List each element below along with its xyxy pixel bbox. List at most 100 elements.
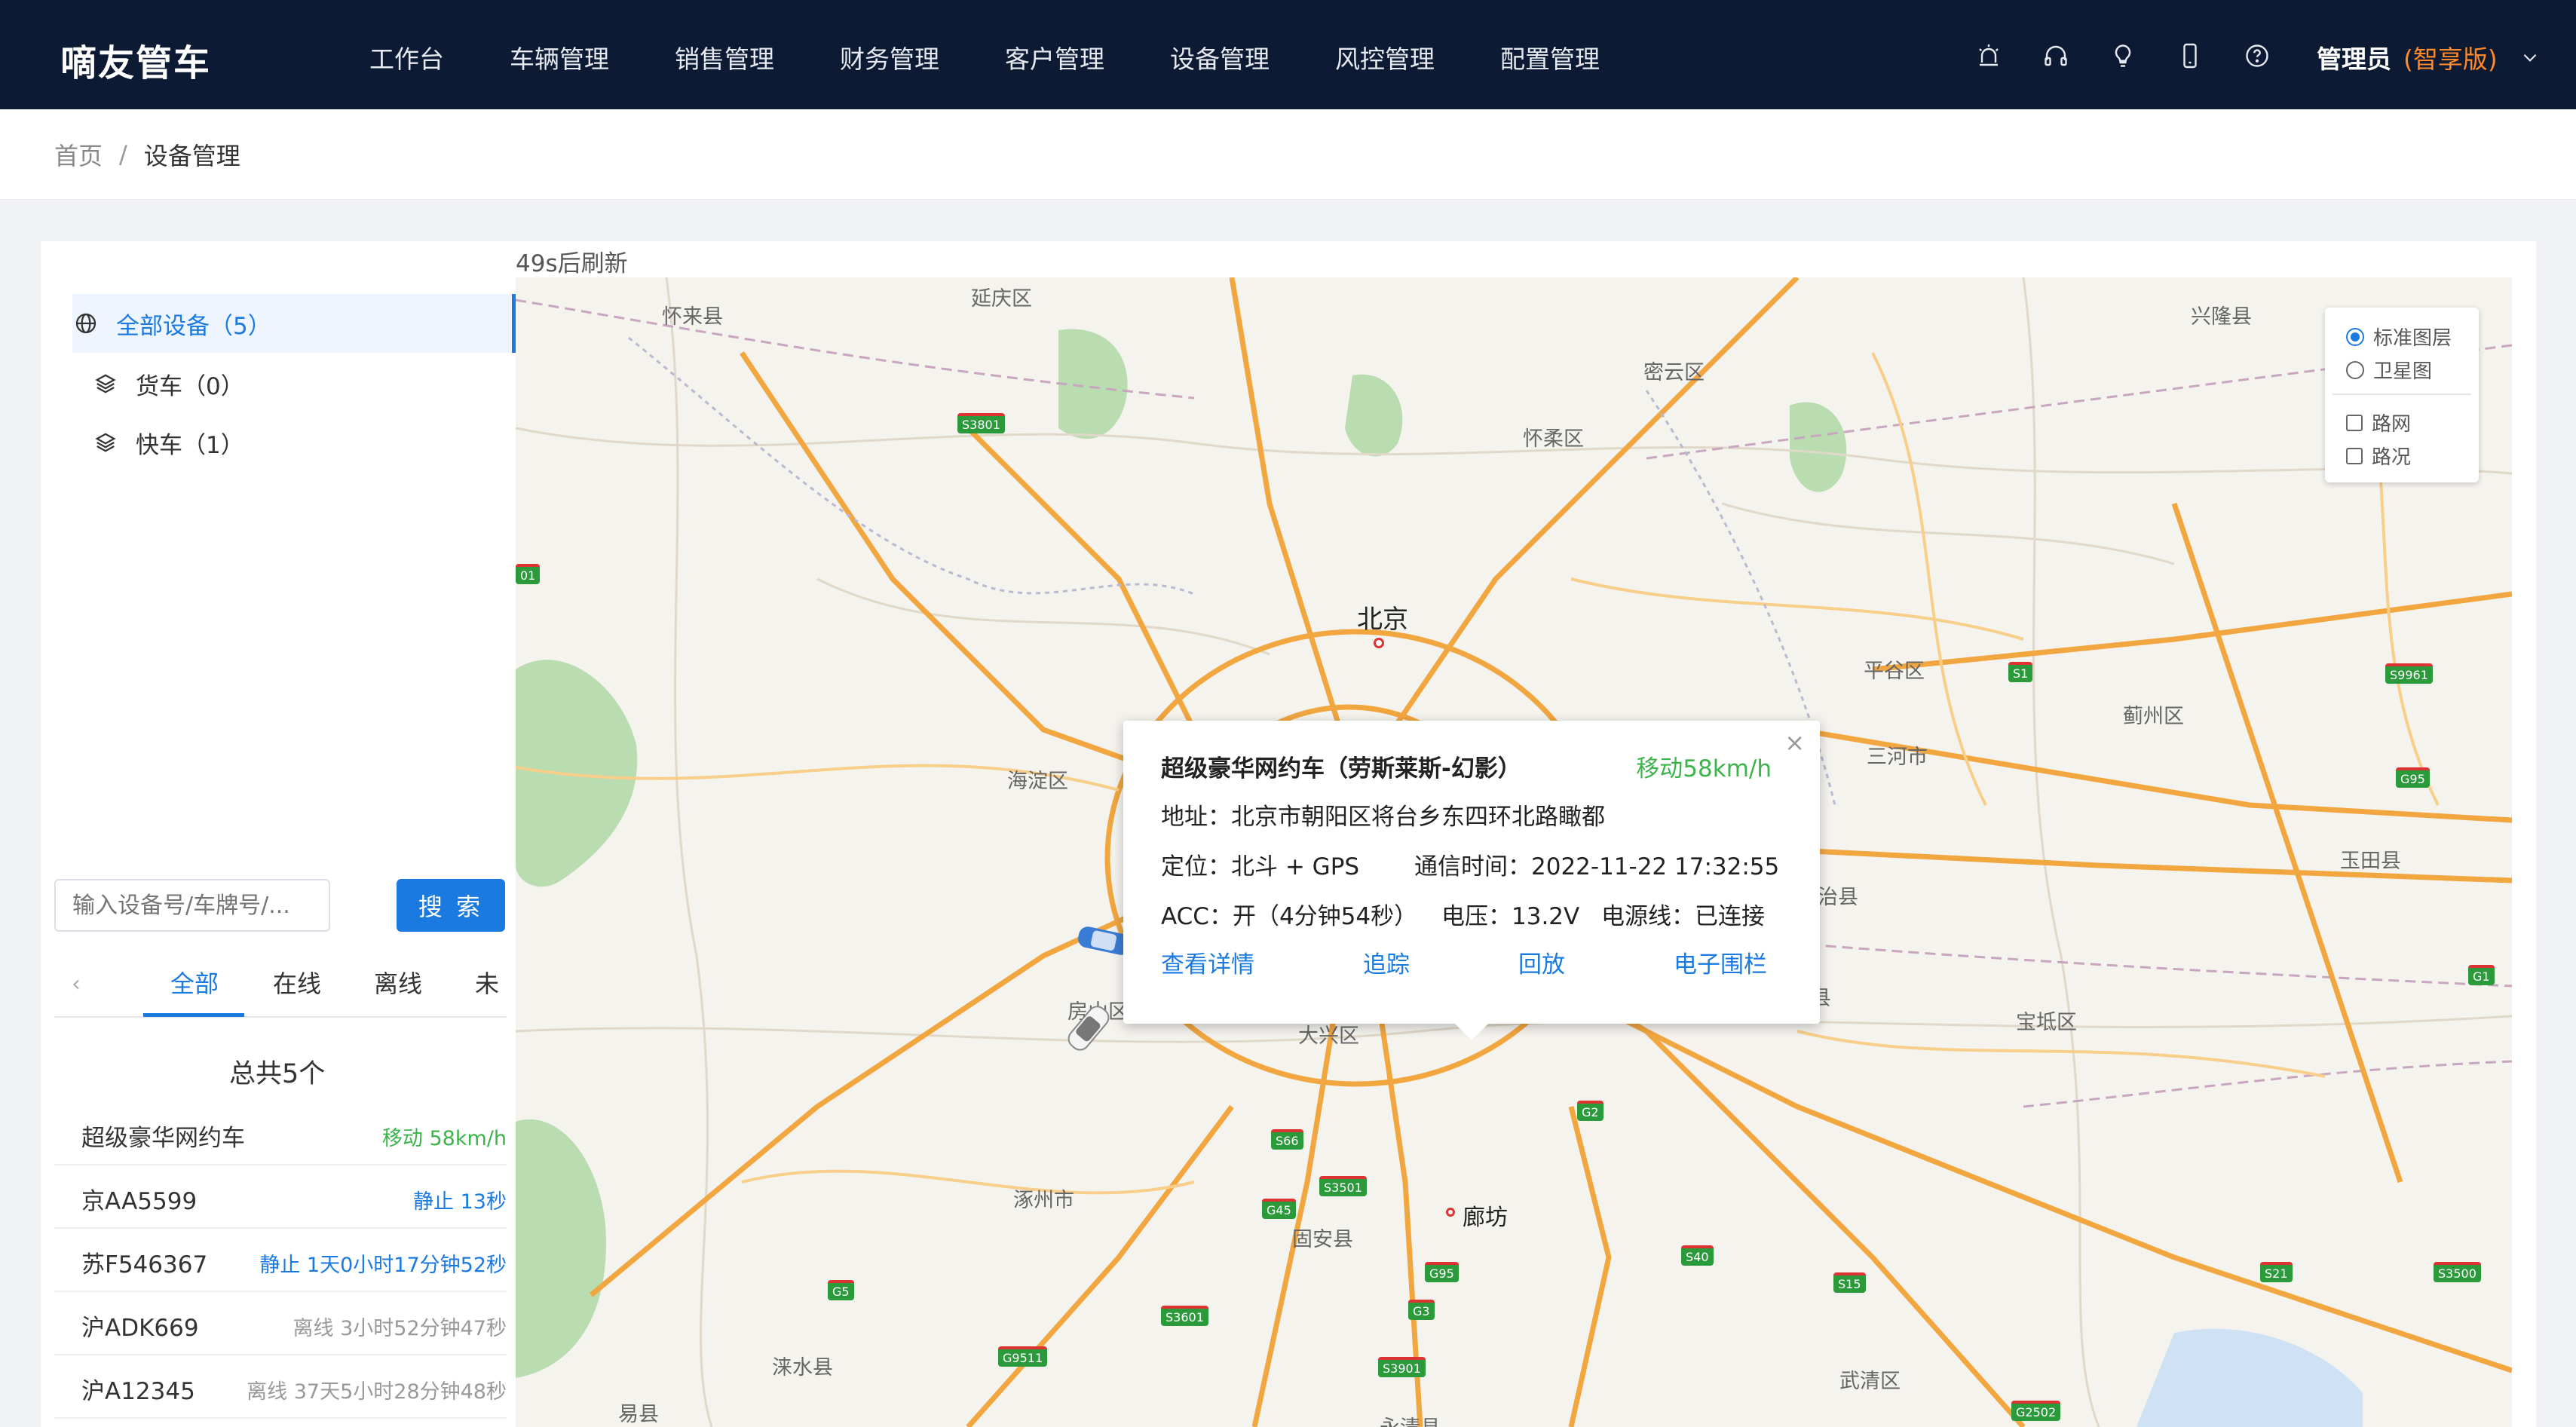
nav-vehicle[interactable]: 车辆管理 bbox=[510, 39, 609, 75]
user-menu[interactable]: 管理员 (智享版) bbox=[2317, 39, 2540, 75]
layer-label: 卫星图 bbox=[2373, 360, 2433, 383]
lightbulb-icon[interactable] bbox=[2108, 41, 2138, 71]
tab-online[interactable]: 在线 bbox=[273, 965, 321, 1000]
car-white-icon[interactable] bbox=[1060, 1000, 1117, 1057]
device-status: 移动 58km/h bbox=[381, 1127, 507, 1150]
highway-shield: G2 bbox=[1577, 1101, 1603, 1121]
device-search-input[interactable] bbox=[54, 879, 330, 932]
highway-shield: S1 bbox=[2008, 662, 2033, 682]
device-status: 静止 1天0小时17分钟52秒 bbox=[259, 1254, 507, 1277]
alarm-icon[interactable] bbox=[1974, 41, 2004, 71]
device-name: 京AA5599 bbox=[81, 1188, 198, 1215]
breadcrumb-home[interactable]: 首页 bbox=[54, 137, 103, 172]
view-detail-link[interactable]: 查看详情 bbox=[1161, 945, 1254, 979]
nav-risk[interactable]: 风控管理 bbox=[1335, 39, 1435, 75]
tree-label: 快车（1） bbox=[136, 431, 244, 459]
device-row[interactable]: 苏F546367 静止 1天0小时17分钟52秒 bbox=[54, 1229, 507, 1292]
tree-all-devices[interactable]: 全部设备（5） bbox=[72, 294, 516, 353]
help-icon[interactable] bbox=[2242, 41, 2272, 71]
breadcrumb-separator: / bbox=[119, 139, 127, 169]
highway-shield: G1 bbox=[2468, 965, 2495, 985]
tab-inactive[interactable]: 未 bbox=[475, 965, 499, 1000]
layer-satellite[interactable]: 卫星图 bbox=[2346, 356, 2432, 384]
vehicle-info-popup: 超级豪华网约车（劳斯莱斯-幻影） 移动58km/h × 地址：北京市朝阳区将台乡… bbox=[1123, 721, 1820, 1040]
radio-checked-icon bbox=[2346, 327, 2364, 346]
device-status: 静止 13秒 bbox=[413, 1190, 507, 1214]
nav-config[interactable]: 配置管理 bbox=[1500, 39, 1600, 75]
main-nav: 工作台 车辆管理 销售管理 财务管理 客户管理 设备管理 风控管理 配置管理 bbox=[369, 39, 1600, 75]
headset-icon[interactable] bbox=[2041, 41, 2071, 71]
layers-icon bbox=[92, 429, 119, 456]
device-row[interactable]: 沪A12345 离线 37天5小时28分钟48秒 bbox=[54, 1355, 507, 1419]
map-place-label: 蓟州区 bbox=[2123, 705, 2184, 728]
layer-label: 路网 bbox=[2372, 413, 2412, 436]
layer-divider bbox=[2332, 393, 2471, 395]
popup-acc: ACC：开（4分钟54秒） bbox=[1161, 903, 1418, 930]
breadcrumb: 首页 / 设备管理 bbox=[0, 109, 2576, 200]
beijing-marker-icon bbox=[1374, 638, 1384, 648]
highway-shield: G45 bbox=[1262, 1199, 1296, 1219]
tree-truck[interactable]: 货车（0） bbox=[92, 354, 244, 413]
highway-shield: S3501 bbox=[1319, 1176, 1367, 1196]
close-icon[interactable]: × bbox=[1784, 728, 1805, 757]
highway-shield: G2502 bbox=[2011, 1401, 2061, 1421]
map-place-label: 三河市 bbox=[1867, 746, 1928, 769]
tab-prev-icon[interactable]: ‹ bbox=[65, 971, 87, 1001]
popup-voltage: 电压：13.2V bbox=[1441, 903, 1580, 930]
map-place-label: 固安县 bbox=[1292, 1228, 1353, 1251]
search-button[interactable]: 搜 索 bbox=[397, 879, 505, 932]
map-place-label: 兴隆县 bbox=[2191, 305, 2252, 329]
highway-shield: G3 bbox=[1408, 1300, 1435, 1320]
chevron-down-icon bbox=[2523, 54, 2537, 62]
geofence-link[interactable]: 电子围栏 bbox=[1674, 945, 1767, 979]
device-status: 离线 3小时52分钟47秒 bbox=[293, 1317, 507, 1340]
city-langfang: 廊坊 bbox=[1463, 1205, 1508, 1231]
highway-shield: S15 bbox=[1833, 1272, 1866, 1293]
device-row[interactable]: 超级豪华网约车 移动 58km/h bbox=[54, 1102, 507, 1165]
popup-address: 地址：北京市朝阳区将台乡东四环北路瞰都 bbox=[1161, 804, 1605, 831]
tab-all[interactable]: 全部 bbox=[170, 965, 219, 1000]
layer-roadnet[interactable]: 路网 bbox=[2346, 409, 2411, 436]
highway-shield: 01 bbox=[516, 564, 541, 584]
nav-workbench[interactable]: 工作台 bbox=[369, 39, 444, 75]
layer-control: 标准图层 卫星图 路网 路况 bbox=[2325, 308, 2479, 482]
playback-link[interactable]: 回放 bbox=[1518, 945, 1565, 979]
highway-shield: G5 bbox=[828, 1280, 854, 1300]
track-link[interactable]: 追踪 bbox=[1363, 945, 1410, 979]
map-place-label: 宝坻区 bbox=[2016, 1011, 2077, 1034]
highway-shield: S40 bbox=[1681, 1245, 1714, 1266]
radio-icon bbox=[2346, 360, 2364, 379]
device-name: 沪ADK669 bbox=[81, 1315, 199, 1342]
tree-express[interactable]: 快车（1） bbox=[92, 413, 244, 472]
nav-finance[interactable]: 财务管理 bbox=[840, 39, 939, 75]
device-row[interactable]: 京AA5599 静止 13秒 bbox=[54, 1165, 507, 1229]
map-place-label: 玉田县 bbox=[2340, 850, 2401, 873]
device-name: 沪A12345 bbox=[81, 1378, 195, 1405]
main-card: 全部设备（5） 货车（0） 快车（1） 搜 索 ‹ 全部 在线 离线 未 › 总… bbox=[41, 241, 2536, 1427]
globe-icon bbox=[72, 310, 100, 337]
map-place-label: 涞水县 bbox=[772, 1356, 833, 1380]
tree-label: 全部设备（5） bbox=[116, 312, 271, 340]
nav-customer[interactable]: 客户管理 bbox=[1005, 39, 1104, 75]
device-row[interactable]: 沪ADK669 离线 3小时52分钟47秒 bbox=[54, 1292, 507, 1355]
highway-shield: S3601 bbox=[1161, 1306, 1208, 1326]
tree-label: 货车（0） bbox=[136, 372, 244, 400]
app-logo[interactable]: 嘀友管车 bbox=[60, 33, 211, 86]
popup-power: 电源线：已连接 bbox=[1601, 903, 1765, 930]
map-place-label: 涿州市 bbox=[1013, 1189, 1074, 1212]
nav-sales[interactable]: 销售管理 bbox=[675, 39, 774, 75]
checkbox-icon bbox=[2346, 447, 2363, 464]
highway-shield: S66 bbox=[1271, 1129, 1303, 1150]
breadcrumb-current: 设备管理 bbox=[143, 141, 240, 170]
popup-speed: 移动58km/h bbox=[1636, 755, 1772, 782]
highway-shield: G9511 bbox=[998, 1346, 1048, 1367]
layer-traffic[interactable]: 路况 bbox=[2346, 442, 2411, 470]
layer-standard[interactable]: 标准图层 bbox=[2346, 323, 2452, 351]
tab-offline[interactable]: 离线 bbox=[374, 965, 422, 1000]
mobile-icon[interactable] bbox=[2175, 41, 2205, 71]
nav-device[interactable]: 设备管理 bbox=[1170, 39, 1270, 75]
layer-label: 标准图层 bbox=[2373, 327, 2452, 350]
highway-shield: G95 bbox=[1425, 1262, 1459, 1282]
user-name: 管理员 bbox=[2317, 44, 2391, 74]
map-place-label: 怀柔区 bbox=[1523, 427, 1584, 451]
